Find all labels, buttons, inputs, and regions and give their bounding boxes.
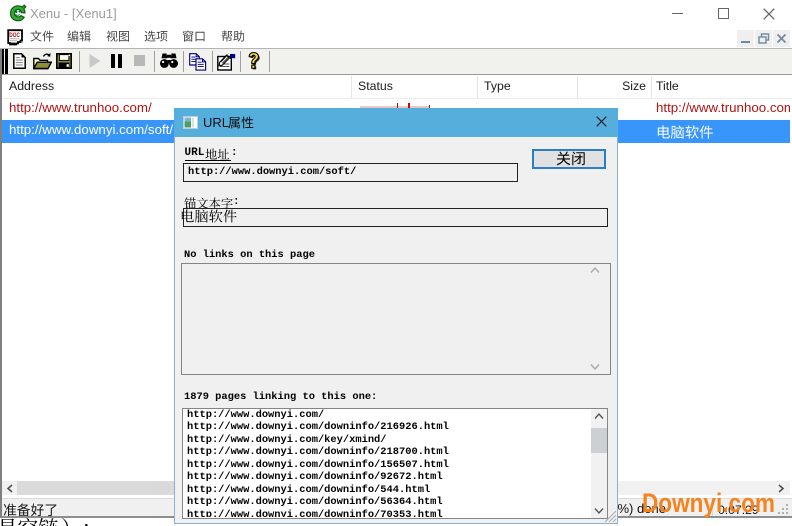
svg-text:DOC: DOC — [9, 32, 20, 39]
